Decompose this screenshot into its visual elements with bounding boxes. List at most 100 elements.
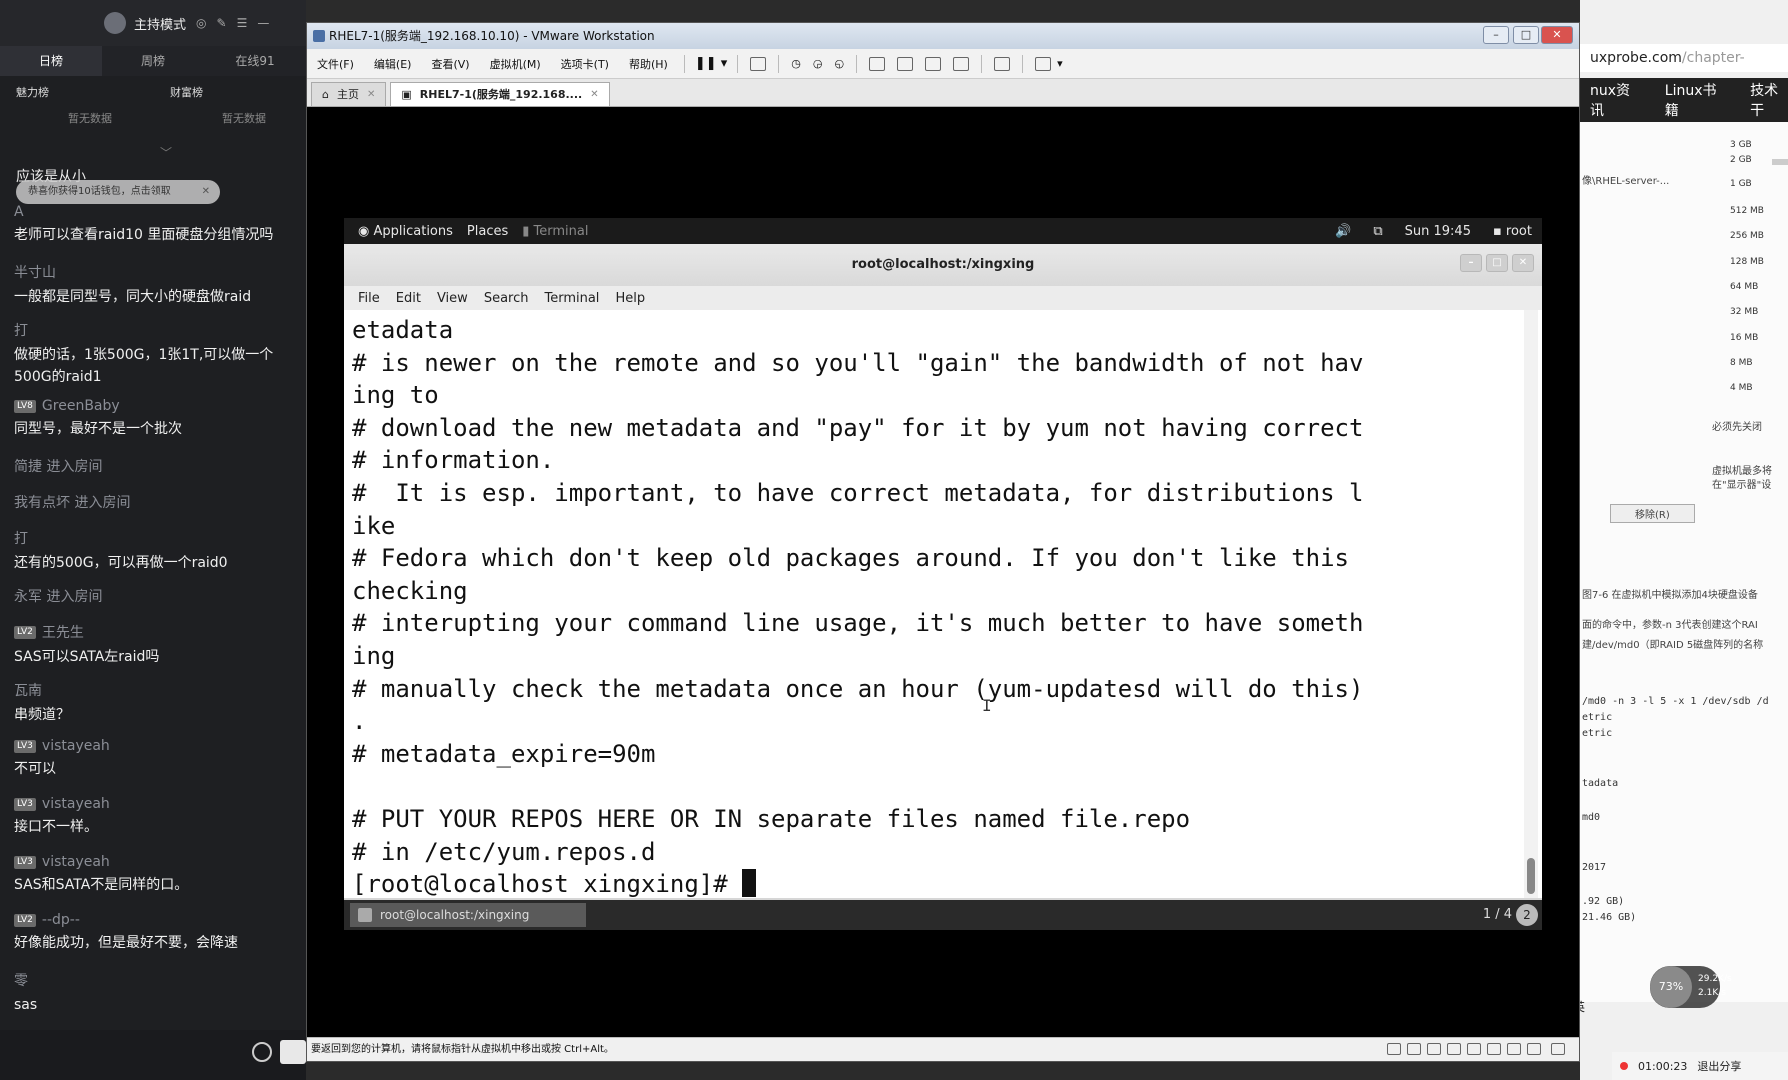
- usb-icon[interactable]: [1527, 1043, 1541, 1055]
- minimize-icon[interactable]: —: [257, 16, 269, 30]
- network-icon[interactable]: [1507, 1043, 1521, 1055]
- window-title: RHEL7-1(服务端_192.168.10.10) - VMware Work…: [329, 29, 655, 43]
- terminal-output[interactable]: etadata # is newer on the remote and so …: [344, 310, 1542, 898]
- memory-slider[interactable]: [1772, 159, 1788, 165]
- text-cursor: [742, 869, 757, 898]
- close-icon[interactable]: ✕: [367, 83, 375, 107]
- vmware-titlebar[interactable]: RHEL7-1(服务端_192.168.10.10) - VMware Work…: [307, 23, 1579, 49]
- hdd-icon[interactable]: [1387, 1043, 1401, 1055]
- chevron-down-icon[interactable]: ▾: [1057, 57, 1063, 70]
- menu-edit[interactable]: 编辑(E): [364, 56, 422, 72]
- close-icon[interactable]: ✕: [590, 83, 598, 107]
- applications-menu[interactable]: ◉ Applications: [358, 224, 453, 239]
- nav-tech[interactable]: 技术干: [1750, 80, 1788, 120]
- library-icon[interactable]: [869, 56, 886, 71]
- cdrom-icon[interactable]: [1487, 1043, 1501, 1055]
- menu-search[interactable]: Search: [484, 291, 529, 306]
- message-text: sas: [14, 997, 38, 1013]
- minimize-button[interactable]: –: [1460, 254, 1482, 272]
- settings-icon[interactable]: ◎: [196, 16, 206, 30]
- send-button[interactable]: [280, 1040, 306, 1064]
- nav-books[interactable]: Linux书籍: [1665, 80, 1724, 120]
- console-icon[interactable]: [994, 56, 1011, 71]
- minimize-button[interactable]: –: [1483, 26, 1509, 44]
- tab-label: RHEL7-1(服务端_192.168....: [419, 87, 583, 101]
- close-icon[interactable]: ✕: [202, 180, 210, 204]
- maximize-button[interactable]: □: [1486, 254, 1508, 272]
- menu-file[interactable]: File: [358, 291, 380, 306]
- url-host: uxprobe.com: [1590, 50, 1682, 66]
- message-user: 零: [14, 973, 28, 989]
- snapshot-icon[interactable]: ◷: [791, 57, 801, 70]
- charm-rank-empty: 暂无数据: [68, 112, 112, 125]
- chat-input-bar: [0, 1030, 306, 1080]
- volume-icon[interactable]: 🔊: [1335, 224, 1351, 239]
- menu-help[interactable]: Help: [615, 291, 645, 306]
- menu-icon[interactable]: ☰: [237, 16, 248, 30]
- menu-edit[interactable]: Edit: [396, 291, 421, 306]
- terminal-line: checking: [352, 576, 468, 605]
- taskbar-terminal[interactable]: root@localhost:/xingxing: [350, 903, 586, 927]
- maximize-button[interactable]: □: [1513, 26, 1539, 44]
- menu-tabs[interactable]: 选项卡(T): [551, 56, 619, 72]
- edit-icon[interactable]: ✎: [217, 16, 227, 30]
- menu-terminal[interactable]: Terminal: [544, 291, 599, 306]
- message-text: 还有的500G，可以再做一个raid0: [14, 555, 228, 571]
- code-line: .92 GB): [1582, 896, 1625, 907]
- snapshot-manager-icon[interactable]: ◵: [835, 57, 845, 70]
- hdd-icon[interactable]: [1447, 1043, 1461, 1055]
- chevron-down-icon[interactable]: ﹀: [160, 144, 172, 161]
- hdd-icon[interactable]: [1427, 1043, 1441, 1055]
- tab-weekly[interactable]: 周榜: [102, 46, 204, 76]
- exit-share-button[interactable]: 退出分享: [1697, 1058, 1741, 1074]
- gnome-window-list: root@localhost:/xingxing 1 / 4 2: [344, 900, 1542, 930]
- unity-icon[interactable]: [953, 56, 970, 71]
- notification-badge[interactable]: 2: [1516, 904, 1538, 926]
- fullscreen-icon[interactable]: [925, 56, 942, 71]
- chat-message: 瓦南 串频道？: [14, 680, 306, 726]
- menu-view[interactable]: 查看(V): [421, 56, 479, 72]
- size-label: 2 GB: [1730, 155, 1752, 165]
- host-mode[interactable]: 主持模式: [104, 12, 186, 34]
- message-icon[interactable]: [1551, 1043, 1565, 1055]
- browser-address-bar[interactable]: uxprobe.com/chapter-07.html: [1580, 44, 1788, 94]
- menu-view[interactable]: View: [437, 291, 468, 306]
- scrollbar-thumb[interactable]: [1527, 858, 1535, 894]
- message-text: 一般都是同型号，同大小的硬盘做raid: [14, 289, 252, 305]
- places-menu[interactable]: Places: [467, 224, 508, 239]
- figure-caption: 图7-6 在虚拟机中模拟添加4块硬盘设备: [1582, 590, 1758, 601]
- article-text: 建/dev/md0（即RAID 5磁盘阵列的名称: [1582, 640, 1764, 651]
- menu-vm[interactable]: 虚拟机(M): [480, 56, 551, 72]
- hdd-icon[interactable]: [1407, 1043, 1421, 1055]
- thumbnail-icon[interactable]: [897, 56, 914, 71]
- tab-vm[interactable]: ▣ RHEL7-1(服务端_192.168.... ✕: [390, 82, 610, 107]
- reward-toast[interactable]: 恭喜你获得10话钱包，点击领取 ✕: [16, 180, 220, 204]
- pause-icon[interactable]: ❚❚ ▾: [695, 56, 727, 71]
- terminal-window: root@localhost:/xingxing – □ ✕ File Edit…: [344, 244, 1542, 900]
- terminal-line: # information.: [352, 446, 555, 475]
- tab-home[interactable]: ⌂ 主页 ✕: [311, 82, 387, 107]
- terminal-scrollbar[interactable]: [1524, 310, 1538, 898]
- level-badge: LV8: [14, 399, 36, 413]
- tab-online[interactable]: 在线91: [204, 46, 306, 76]
- terminal-line: ike: [352, 511, 396, 540]
- close-button[interactable]: ✕: [1512, 254, 1534, 272]
- hdd-icon[interactable]: [1467, 1043, 1481, 1055]
- user-menu[interactable]: ▪ root: [1493, 224, 1532, 239]
- snapshot-restore-icon[interactable]: ◶: [813, 57, 823, 70]
- stretch-icon[interactable]: [1035, 56, 1052, 71]
- remove-button[interactable]: 移除(R): [1610, 504, 1695, 523]
- emoji-icon[interactable]: [252, 1042, 272, 1062]
- terminal-app-menu[interactable]: ▮ Terminal: [522, 224, 588, 239]
- network-icon[interactable]: ⧉: [1373, 224, 1382, 239]
- workspace-indicator[interactable]: 1 / 4: [1483, 900, 1512, 930]
- chat-message: LV3 vistayeah 接口不一样。: [14, 796, 306, 838]
- clock[interactable]: Sun 19:45: [1405, 224, 1471, 239]
- close-button[interactable]: ✕: [1541, 26, 1573, 44]
- menu-file[interactable]: 文件(F): [307, 56, 364, 72]
- nav-news[interactable]: nux资讯: [1590, 80, 1639, 120]
- terminal-titlebar[interactable]: root@localhost:/xingxing – □ ✕: [344, 244, 1542, 286]
- tab-daily[interactable]: 日榜: [0, 46, 102, 76]
- menu-help[interactable]: 帮助(H): [619, 56, 678, 72]
- send-ctrl-alt-del-icon[interactable]: [750, 56, 767, 71]
